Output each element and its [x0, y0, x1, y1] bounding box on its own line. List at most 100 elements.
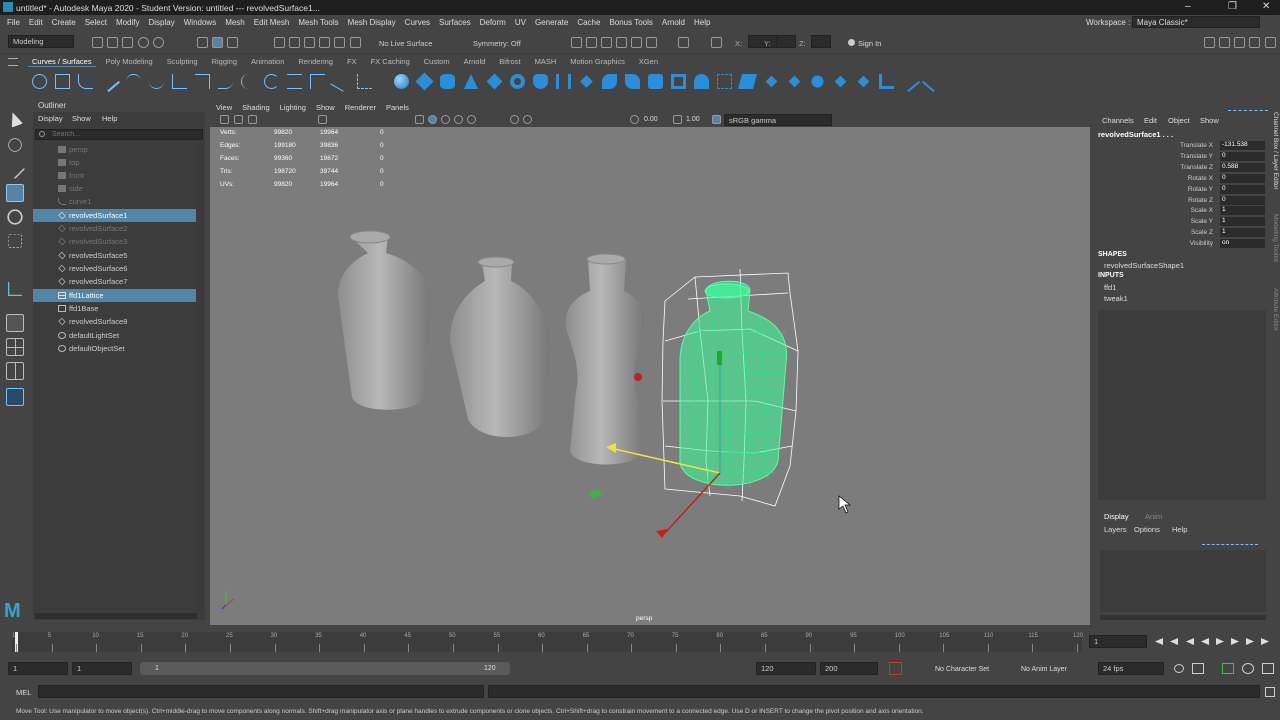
menu-edit[interactable]: Edit [29, 18, 43, 27]
nurbs-torus-icon[interactable] [510, 74, 525, 89]
play-backwards-icon[interactable] [1201, 638, 1209, 645]
menu-uv[interactable]: UV [515, 18, 526, 27]
animation-start-field[interactable]: 1 [8, 662, 68, 675]
time-slider-track[interactable] [12, 632, 1082, 652]
render-frame-icon[interactable] [571, 37, 582, 48]
snap-curve-icon[interactable] [289, 37, 300, 48]
tool-settings-toggle-icon[interactable] [1234, 37, 1245, 48]
square-surface-icon[interactable] [694, 74, 709, 89]
command-input[interactable] [38, 685, 484, 698]
channel-box-toggle-icon[interactable] [1249, 37, 1260, 48]
outliner-item-revolvedsurface6[interactable]: revolvedSurface6 [33, 262, 196, 275]
command-language-label[interactable]: MEL [16, 688, 31, 697]
pause-icon[interactable] [678, 37, 689, 48]
outliner-toggle-icon[interactable] [1265, 37, 1276, 48]
select-component-icon[interactable] [227, 37, 238, 48]
attr-value-translate-z[interactable]: 0.588 [1220, 163, 1265, 172]
shelf-tab-motion-graphics[interactable]: Motion Graphics [570, 57, 625, 66]
select-object-icon[interactable] [212, 37, 223, 48]
viewport-panel[interactable]: View Shading Lighting Show Renderer Pane… [210, 101, 1090, 625]
shelf-tab-xgen[interactable]: XGen [639, 57, 658, 66]
menuset-dropdown[interactable]: Modeling [8, 35, 74, 48]
outliner-item-ffd1base[interactable]: ffd1Base [33, 302, 196, 315]
shelf-tab-animation[interactable]: Animation [251, 57, 284, 66]
outliner-item-defaultlightset[interactable]: defaultLightSet [33, 329, 196, 342]
shelf-tab-arnold[interactable]: Arnold [464, 57, 486, 66]
offset-surface-icon[interactable] [765, 75, 778, 88]
nurbs-cylinder-icon[interactable] [440, 74, 455, 89]
ipr-render-icon[interactable] [586, 37, 597, 48]
extend-surface-icon[interactable] [737, 74, 758, 89]
playback-start-field[interactable]: 1 [72, 662, 132, 675]
attr-value-translate-x[interactable]: -131.538 [1220, 141, 1265, 150]
shelf-tab-fx-caching[interactable]: FX Caching [371, 57, 410, 66]
outliner-item-revolvedsurface3[interactable]: revolvedSurface3 [33, 235, 196, 248]
attr-value-scale-x[interactable]: 1 [1220, 206, 1265, 215]
nurbs-circle-icon[interactable] [32, 74, 47, 89]
two-view-layout-icon[interactable] [6, 362, 24, 380]
redo-icon[interactable] [153, 37, 164, 48]
layer-editor-menu-options[interactable]: Options [1134, 525, 1160, 534]
range-slider[interactable] [140, 662, 510, 675]
loop-icon[interactable] [1174, 664, 1184, 673]
menu-arnold[interactable]: Arnold [662, 18, 685, 27]
maximize-button[interactable]: ❐ [1228, 1, 1237, 12]
bezier-tool-icon[interactable] [357, 74, 372, 89]
attr-value-rotate-z[interactable]: 0 [1220, 196, 1265, 205]
menu-surfaces[interactable]: Surfaces [439, 18, 471, 27]
rebuild-surface-icon[interactable] [811, 75, 824, 88]
undo-icon[interactable] [138, 37, 149, 48]
outliner-item-revolvedsurface2[interactable]: revolvedSurface2 [33, 222, 196, 235]
menu-mesh[interactable]: Mesh [225, 18, 245, 27]
shelf-tab-rendering[interactable]: Rendering [298, 57, 333, 66]
scene-canvas[interactable] [210, 101, 1090, 625]
modeling-toolkit-toggle-icon[interactable] [1204, 37, 1215, 48]
extend-curve-icon[interactable] [241, 74, 256, 89]
transform-mode-icon[interactable] [711, 37, 722, 48]
outliner-item-side[interactable]: side [33, 182, 196, 195]
menu-mesh-tools[interactable]: Mesh Tools [298, 18, 338, 27]
detach-curves-icon[interactable] [195, 74, 210, 89]
hypershade-icon[interactable] [616, 37, 627, 48]
layer-editor-menu-layers[interactable]: Layers [1104, 525, 1127, 534]
scale-tool-icon[interactable] [8, 234, 22, 248]
snap-view-icon[interactable] [334, 37, 345, 48]
outliner-item-defaultobjectset[interactable]: defaultObjectSet [33, 342, 196, 355]
layer-editor-scrollbar[interactable] [1100, 615, 1266, 620]
pencil-curve-icon[interactable] [98, 70, 121, 93]
offset-curve-icon[interactable] [264, 74, 279, 89]
nurbs-cube-icon[interactable] [415, 72, 434, 91]
attr-value-rotate-x[interactable]: 0 [1220, 174, 1265, 183]
arnold-render-icon[interactable] [646, 37, 657, 48]
nurbs-square-icon[interactable] [55, 74, 70, 89]
cache-icon[interactable] [1242, 663, 1254, 674]
curve-edit-icon[interactable] [330, 71, 351, 92]
attribute-editor-toggle-icon[interactable] [1219, 37, 1230, 48]
layer-editor-tab-display[interactable]: Display [1104, 512, 1129, 521]
layer-editor-menu-help[interactable]: Help [1172, 525, 1187, 534]
outliner-horizontal-scrollbar[interactable] [35, 613, 197, 619]
menu-generate[interactable]: Generate [535, 18, 568, 27]
side-tab-attribute-editor[interactable]: Attribute Editor [1267, 288, 1279, 331]
birail-icon[interactable] [625, 74, 640, 89]
anim-layer-label[interactable]: No Anim Layer [1021, 666, 1067, 673]
outliner-item-revolvedsurface5[interactable]: revolvedSurface5 [33, 249, 196, 262]
bend-deformer-icon[interactable] [921, 70, 944, 93]
select-tool-icon[interactable] [6, 110, 24, 128]
time-slider[interactable]: 1 5 10 15 20 25 30 35 40 45 50 55 60 65 70 75 80 85 90 95 10… [0, 630, 1280, 654]
boundary-icon[interactable] [671, 74, 686, 89]
bottle-4-wireframe[interactable] [679, 280, 788, 490]
symmetry-label[interactable]: Symmetry: Off [473, 39, 521, 48]
outliner-item-curve1[interactable]: curve1 [33, 195, 196, 208]
rebuild-curve-icon[interactable] [287, 74, 302, 89]
character-set-label[interactable]: No Character Set [935, 666, 989, 673]
select-hierarchy-icon[interactable] [197, 37, 208, 48]
shelf-tab-sculpting[interactable]: Sculpting [167, 57, 198, 66]
outliner-item-top[interactable]: top [33, 156, 196, 169]
new-scene-icon[interactable] [92, 37, 103, 48]
bottle-3[interactable] [565, 253, 645, 465]
insert-knot-icon[interactable] [218, 74, 233, 89]
step-forward-frame-icon[interactable] [1231, 638, 1239, 645]
outliner-item-revolvedsurface1[interactable]: revolvedSurface1 [33, 209, 196, 222]
menu-edit-mesh[interactable]: Edit Mesh [254, 18, 290, 27]
